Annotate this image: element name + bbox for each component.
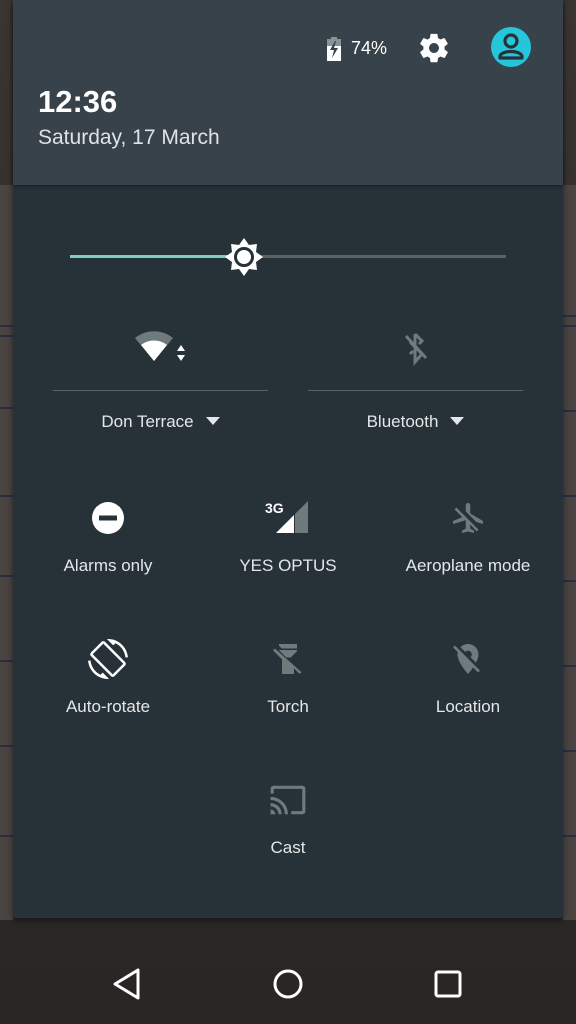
tile-divider [308,390,523,391]
tile-label: YES OPTUS [239,556,337,575]
tile-label: Auto-rotate [65,697,151,716]
quick-settings-header: 74% 12:36 Saturday, 17 March [13,0,563,185]
date-text[interactable]: Saturday, 17 March [38,126,220,150]
account-circle-icon[interactable] [491,27,531,67]
screen-rotation-icon[interactable] [88,639,128,679]
clock-time[interactable]: 12:36 [38,84,117,120]
tile-location[interactable]: Location [378,639,558,739]
battery-percent: 74% [351,38,388,58]
network-type-label: 3G [265,500,284,516]
tile-label: Cast [270,838,306,857]
tile-label: Torch [267,697,309,716]
background-wallpaper-right [563,185,576,920]
wifi-icon[interactable] [131,330,191,366]
brightness-slider[interactable] [70,237,506,277]
background-wallpaper-left [0,185,13,920]
chevron-down-icon[interactable] [205,416,220,425]
chevron-down-icon[interactable] [450,416,465,425]
tile-label: Alarms only [63,556,153,575]
tile-label: Aeroplane mode [405,556,531,575]
tile-aeroplane-mode[interactable]: Aeroplane mode [378,498,558,598]
tile-cellular[interactable]: 3G YES OPTUS [198,498,378,598]
gear-icon[interactable] [417,31,451,65]
battery-charging-icon[interactable] [326,37,342,61]
brightness-track-fill [70,255,244,258]
flashlight-off-icon[interactable] [270,641,306,677]
back-icon[interactable] [110,966,146,1002]
tile-cast[interactable]: Cast [198,780,378,880]
tile-torch[interactable]: Torch [198,639,378,739]
cast-icon[interactable] [269,781,307,819]
airplane-off-icon[interactable] [450,500,486,536]
recents-icon[interactable] [430,966,466,1002]
cellular-3g-icon[interactable]: 3G [264,500,312,536]
quick-settings-panel: 74% 12:36 Saturday, 17 March Don Terrace… [13,0,563,918]
tile-alarms-only[interactable]: Alarms only [18,498,198,598]
home-icon[interactable] [270,966,306,1002]
navigation-bar [0,940,576,1024]
do-not-disturb-icon[interactable] [90,500,126,536]
tile-divider [53,390,268,391]
bluetooth-label[interactable]: Bluetooth [367,412,439,431]
tile-auto-rotate[interactable]: Auto-rotate [18,639,198,739]
brightness-icon[interactable] [224,237,264,277]
location-off-icon[interactable] [450,641,486,677]
wifi-network-label[interactable]: Don Terrace [101,412,193,431]
bluetooth-off-icon[interactable] [402,330,430,366]
tile-label: Location [435,697,501,716]
